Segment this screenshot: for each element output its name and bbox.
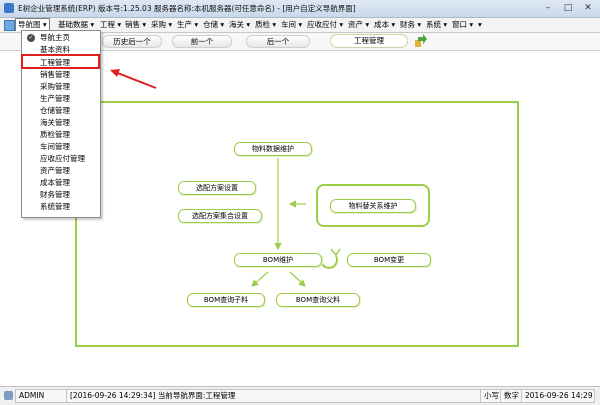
- title-bar: E树企业管理系统(ERP) 版本号:1.25.03 服务器名称:本机服务器(可任…: [0, 0, 600, 18]
- next-button[interactable]: 后一个: [246, 35, 310, 48]
- dropdown-item-warehouse[interactable]: 仓储管理: [40, 105, 70, 117]
- dropdown-item-assets[interactable]: 资产管理: [40, 165, 70, 177]
- menu-warehouse[interactable]: 仓储 ▾: [201, 19, 226, 31]
- user-icon: [4, 391, 13, 400]
- menu-receivable-payable[interactable]: 应收应付 ▾: [305, 19, 345, 31]
- menu-cost[interactable]: 成本 ▾: [372, 19, 397, 31]
- dropdown-item-cost[interactable]: 成本管理: [40, 177, 70, 189]
- menu-sales[interactable]: 销售 ▾: [123, 19, 148, 31]
- maximize-button[interactable]: □: [558, 2, 578, 14]
- dropdown-item-workshop[interactable]: 车间管理: [40, 141, 70, 153]
- menu-purchasing[interactable]: 采购 ▾: [149, 19, 174, 31]
- menu-finance[interactable]: 财务 ▾: [398, 19, 423, 31]
- node-scheme-setup[interactable]: 选配方案设置: [178, 181, 256, 195]
- window-title: E树企业管理系统(ERP) 版本号:1.25.03 服务器名称:本机服务器(可任…: [18, 4, 356, 13]
- minimize-button[interactable]: –: [538, 2, 558, 14]
- menu-assets[interactable]: 资产 ▾: [346, 19, 371, 31]
- node-scheme-set-setup[interactable]: 选配方案集合设置: [178, 209, 262, 223]
- status-user: ADMIN: [15, 389, 67, 403]
- check-icon: ✓: [27, 34, 35, 42]
- dropdown-item-finance[interactable]: 财务管理: [40, 189, 70, 201]
- menu-production[interactable]: 生产 ▾: [175, 19, 200, 31]
- selected-item-highlight: [21, 54, 100, 69]
- navigation-icon: [4, 20, 15, 31]
- menu-extra[interactable]: ▾: [476, 19, 484, 31]
- dropdown-item-production[interactable]: 生产管理: [40, 93, 70, 105]
- dropdown-item-system[interactable]: 系统管理: [40, 201, 70, 213]
- close-button[interactable]: ✕: [578, 2, 598, 14]
- menu-quality[interactable]: 质检 ▾: [253, 19, 278, 31]
- node-substitute-maint[interactable]: 物料替关系维护: [330, 199, 416, 213]
- dropdown-item-receivable-payable[interactable]: 应收应付管理: [40, 153, 85, 165]
- status-datetime: 2016-09-26 14:29: [521, 389, 595, 403]
- status-bar: ADMIN [2016-09-26 14:29:34] 当前导航界面:工程管理 …: [0, 386, 600, 405]
- tab-engineering[interactable]: 工程管理: [330, 34, 408, 48]
- dropdown-item-purchasing[interactable]: 采购管理: [40, 81, 70, 93]
- app-icon: [4, 3, 14, 13]
- dropdown-item-sales[interactable]: 销售管理: [40, 69, 70, 81]
- dropdown-item-customs[interactable]: 海关管理: [40, 117, 70, 129]
- menu-window[interactable]: 窗口 ▾: [450, 19, 475, 31]
- diagram-frame: [75, 101, 519, 347]
- node-material-data[interactable]: 物料数据维护: [234, 142, 312, 156]
- node-bom-query-child[interactable]: BOM查询子料: [187, 293, 265, 307]
- dropdown-item-quality[interactable]: 质检管理: [40, 129, 70, 141]
- menu-system[interactable]: 系统 ▾: [424, 19, 449, 31]
- node-bom-query-parent[interactable]: BOM查询父料: [276, 293, 360, 307]
- menu-customs[interactable]: 海关 ▾: [227, 19, 252, 31]
- status-log: [2016-09-26 14:29:34] 当前导航界面:工程管理: [66, 389, 482, 403]
- node-bom-change[interactable]: BOM变更: [347, 253, 431, 267]
- go-arrow-icon[interactable]: [414, 34, 428, 48]
- history-back-button[interactable]: 历史后一个: [102, 35, 162, 48]
- prev-button[interactable]: 前一个: [172, 35, 232, 48]
- dropdown-item-home[interactable]: 导航主页: [40, 32, 70, 44]
- menu-workshop[interactable]: 车间 ▾: [279, 19, 304, 31]
- node-bom-maint[interactable]: BOM维护: [234, 253, 322, 267]
- menu-engineering[interactable]: 工程 ▾: [98, 19, 123, 31]
